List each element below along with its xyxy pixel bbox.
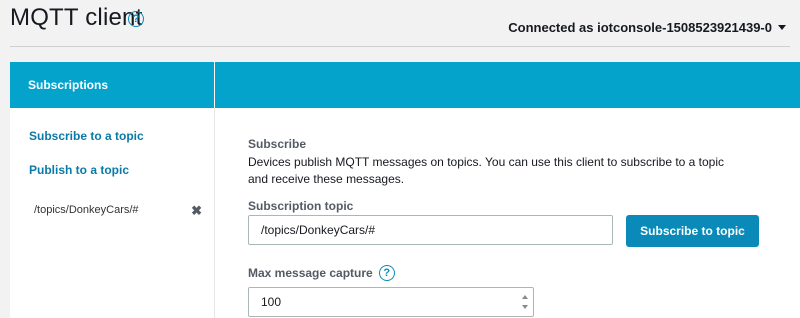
help-icon[interactable]: ?: [128, 11, 144, 27]
publish-to-topic-link[interactable]: Publish to a topic: [29, 163, 129, 177]
page-title: MQTT client: [10, 4, 143, 31]
section-description: Devices publish MQTT messages on topics.…: [248, 155, 725, 186]
connection-label: Connected as iotconsole-1508523921439-0: [508, 20, 772, 35]
subscription-topic-name: /topics/DonkeyCars/#: [34, 204, 139, 216]
stepper-up-icon[interactable]: [522, 295, 528, 299]
header-divider: [10, 46, 790, 47]
subscription-topic-input[interactable]: [261, 223, 511, 237]
subscription-topic-label: Subscription topic: [248, 199, 354, 213]
max-message-capture-label-row: Max message capture ?: [248, 265, 395, 281]
max-message-capture-input[interactable]: [261, 295, 511, 309]
subscription-list-item[interactable]: /topics/DonkeyCars/# ✖: [32, 203, 202, 220]
close-icon[interactable]: ✖: [191, 203, 202, 219]
connection-dropdown[interactable]: Connected as iotconsole-1508523921439-0: [508, 20, 786, 35]
panel-header-left: Subscriptions: [10, 62, 215, 108]
sidebar: Subscribe to a topic Publish to a topic …: [10, 108, 215, 318]
subscribe-to-topic-link[interactable]: Subscribe to a topic: [29, 129, 144, 143]
help-icon[interactable]: ?: [378, 265, 395, 281]
section-title: Subscribe: [248, 137, 307, 151]
subscribe-to-topic-button[interactable]: Subscribe to topic: [626, 215, 759, 247]
subscription-topic-field[interactable]: [248, 215, 613, 245]
panel-header: Subscriptions: [10, 62, 800, 108]
caret-down-icon: [778, 25, 786, 30]
page-header: MQTT client ? Connected as iotconsole-15…: [0, 0, 800, 46]
max-message-capture-label: Max message capture: [248, 266, 373, 280]
subscribe-form: Subscribe Devices publish MQTT messages …: [215, 108, 800, 318]
subscriptions-panel: Subscriptions Subscribe to a topic Publi…: [10, 62, 800, 318]
panel-header-title: Subscriptions: [28, 78, 109, 92]
stepper-down-icon[interactable]: [522, 305, 528, 309]
max-message-capture-field[interactable]: [248, 287, 534, 317]
number-stepper[interactable]: [522, 295, 528, 309]
